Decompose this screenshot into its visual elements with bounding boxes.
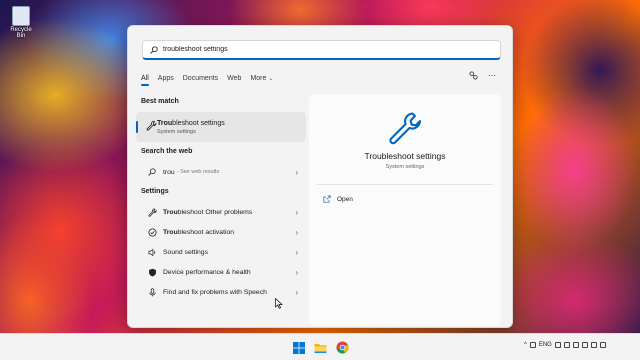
system-tray: ^ ENG (524, 342, 606, 348)
shield-icon (146, 268, 158, 277)
recycle-bin-desktop-icon[interactable]: Recycle Bin (6, 6, 36, 39)
settings-result-label: Troubleshoot activation (163, 229, 234, 236)
top-actions: ⋯ (469, 71, 496, 80)
results-list: Best match Troubleshoot settings System … (136, 94, 306, 302)
open-action[interactable]: Open (323, 195, 353, 203)
microphone-icon (146, 287, 158, 297)
display-tray-icon[interactable] (563, 342, 570, 348)
cloud-tray-icon[interactable] (581, 342, 588, 348)
settings-result-rest: Device performance & health (163, 268, 251, 276)
best-match-title-rest: bleshoot settings (172, 119, 225, 127)
start-button-icon[interactable] (293, 342, 305, 354)
best-match-result[interactable]: Troubleshoot settings System settings (136, 112, 306, 142)
tab-more-label: More (250, 74, 267, 82)
more-options-icon[interactable]: ⋯ (488, 71, 496, 80)
chevron-right-icon: › (295, 247, 298, 257)
chevron-right-icon: › (295, 167, 298, 177)
search-box[interactable] (142, 40, 501, 60)
tab-more[interactable]: More ⌄ (250, 75, 273, 84)
speaker-icon (146, 248, 158, 257)
file-explorer-icon[interactable] (314, 342, 327, 354)
search-web-heading: Search the web (141, 148, 193, 155)
settings-result-rest: bleshoot activation (177, 228, 235, 236)
chevron-down-icon: ⌄ (268, 75, 274, 82)
share-icon[interactable] (469, 71, 478, 80)
settings-result-troubleshoot-other[interactable]: Troubleshoot Other problems › (136, 202, 306, 222)
best-match-subtitle: System settings (157, 128, 196, 135)
open-label: Open (337, 195, 353, 203)
settings-result-label: Sound settings (163, 249, 208, 256)
tab-all[interactable]: All (141, 75, 149, 86)
tray-app-icon[interactable] (529, 342, 536, 348)
search-icon (146, 168, 158, 176)
web-search-query: trou (163, 168, 175, 176)
chrome-icon[interactable] (336, 341, 349, 354)
tab-documents[interactable]: Documents (183, 75, 218, 84)
divider (317, 184, 493, 185)
tray-overflow-chevron-icon[interactable]: ^ (524, 342, 527, 348)
filter-tabs: All Apps Documents Web More ⌄ (141, 72, 282, 86)
tab-web[interactable]: Web (227, 75, 241, 84)
language-indicator[interactable]: ENG (539, 342, 552, 348)
search-input[interactable] (163, 46, 463, 53)
best-match-title: Troubleshoot settings (157, 120, 225, 127)
settings-result-device-performance[interactable]: Device performance & health › (136, 262, 306, 282)
open-external-icon (323, 195, 331, 203)
best-match-title-highlight: Trou (157, 119, 173, 127)
chevron-right-icon: › (295, 227, 298, 237)
battery-tray-icon[interactable] (590, 342, 597, 348)
notification-tray-icon[interactable] (599, 342, 606, 348)
check-circle-icon (146, 227, 158, 237)
settings-result-rest: Find and fix problems with Speech (163, 288, 267, 296)
settings-result-highlight: Trou (163, 228, 178, 236)
web-search-suffix: - See web results (176, 169, 220, 175)
settings-result-label: Find and fix problems with Speech (163, 289, 267, 296)
sound-tray-icon[interactable] (554, 342, 561, 348)
settings-result-highlight: Trou (163, 208, 178, 216)
web-search-result[interactable]: trou - See web results › (136, 162, 306, 182)
search-panel: All Apps Documents Web More⌄ ⋯ Best matc… (127, 25, 513, 328)
preview-title: Troubleshoot settings (364, 151, 446, 161)
settings-heading: Settings (141, 188, 169, 195)
settings-result-troubleshoot-activation[interactable]: Troubleshoot activation › (136, 222, 306, 242)
settings-result-sound[interactable]: Sound settings › (136, 242, 306, 262)
preview-pane: Troubleshoot settings System settings Op… (309, 94, 501, 326)
settings-result-rest: Sound settings (163, 248, 208, 256)
preview-subtitle: System settings (385, 164, 425, 170)
network-tray-icon[interactable] (572, 342, 579, 348)
settings-result-label: Troubleshoot Other problems (163, 209, 252, 216)
recycle-bin-label: Recycle Bin (10, 27, 32, 39)
mouse-cursor-icon (275, 298, 283, 309)
chevron-right-icon: › (295, 207, 298, 217)
chevron-right-icon: › (295, 267, 298, 277)
chevron-right-icon: › (295, 287, 298, 297)
wrench-icon (146, 118, 157, 136)
search-icon (150, 45, 158, 54)
best-match-heading: Best match (141, 98, 179, 105)
recycle-bin-icon (12, 6, 30, 26)
tab-apps[interactable]: Apps (158, 75, 174, 84)
settings-result-label: Device performance & health (163, 269, 251, 276)
wrench-icon (146, 208, 158, 217)
taskbar: ^ ENG (0, 333, 640, 360)
wrench-icon (389, 112, 422, 145)
settings-result-rest: bleshoot Other problems (177, 208, 253, 216)
